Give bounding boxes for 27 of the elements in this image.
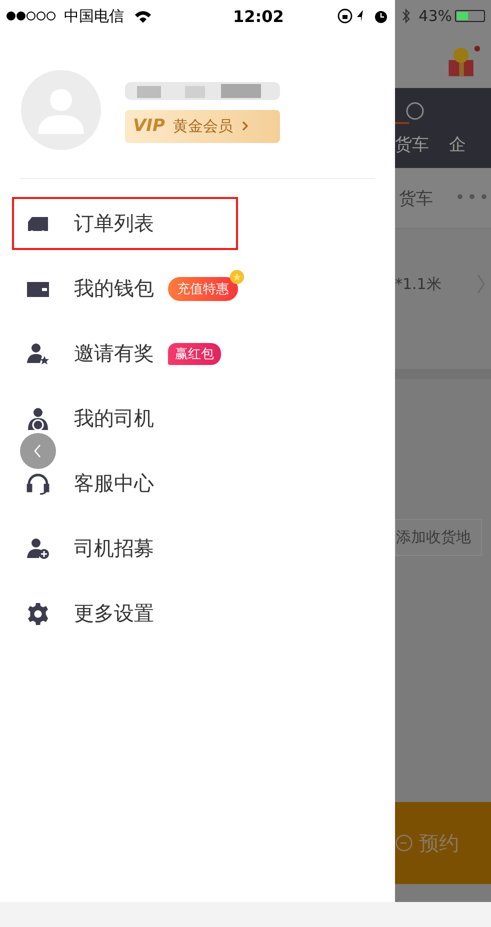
carrier-name: 中国电信 — [64, 6, 124, 26]
menu-item[interactable]: 客服中心 — [12, 457, 238, 510]
star-icon — [230, 270, 244, 284]
circle-minus-icon — [395, 834, 413, 852]
menu-item[interactable]: 我的钱包 充值特惠 — [12, 262, 238, 315]
nav-tab[interactable]: 货车 — [395, 101, 429, 156]
nav-tab[interactable]: 企 — [449, 101, 466, 156]
chevron-right-icon — [240, 120, 249, 132]
menu-item[interactable]: 更多设置 — [12, 587, 238, 640]
headset-icon — [26, 472, 50, 496]
signal-icon — [6, 11, 58, 21]
battery-percent: 43% — [418, 7, 452, 25]
person-star-icon — [26, 342, 50, 366]
menu-item[interactable]: 我的司机 — [12, 392, 238, 445]
battery-icon — [455, 10, 485, 22]
menu-item[interactable]: 邀请有奖 赢红包 — [12, 327, 238, 380]
chevron-left-icon — [33, 443, 43, 459]
settings-icon — [26, 602, 50, 626]
bluetooth-icon — [400, 8, 411, 24]
clock-time: 12:02 — [233, 6, 284, 26]
menu-item[interactable]: 司机招募 — [12, 522, 238, 575]
bonus-badge: 赢红包 — [168, 342, 221, 364]
wifi-icon — [134, 10, 152, 22]
vehicle-size-text: *1.1米 — [395, 274, 442, 294]
person-plus-icon — [26, 536, 50, 560]
driver-icon — [26, 406, 50, 430]
menu-item[interactable]: 订单列表 — [12, 197, 238, 250]
